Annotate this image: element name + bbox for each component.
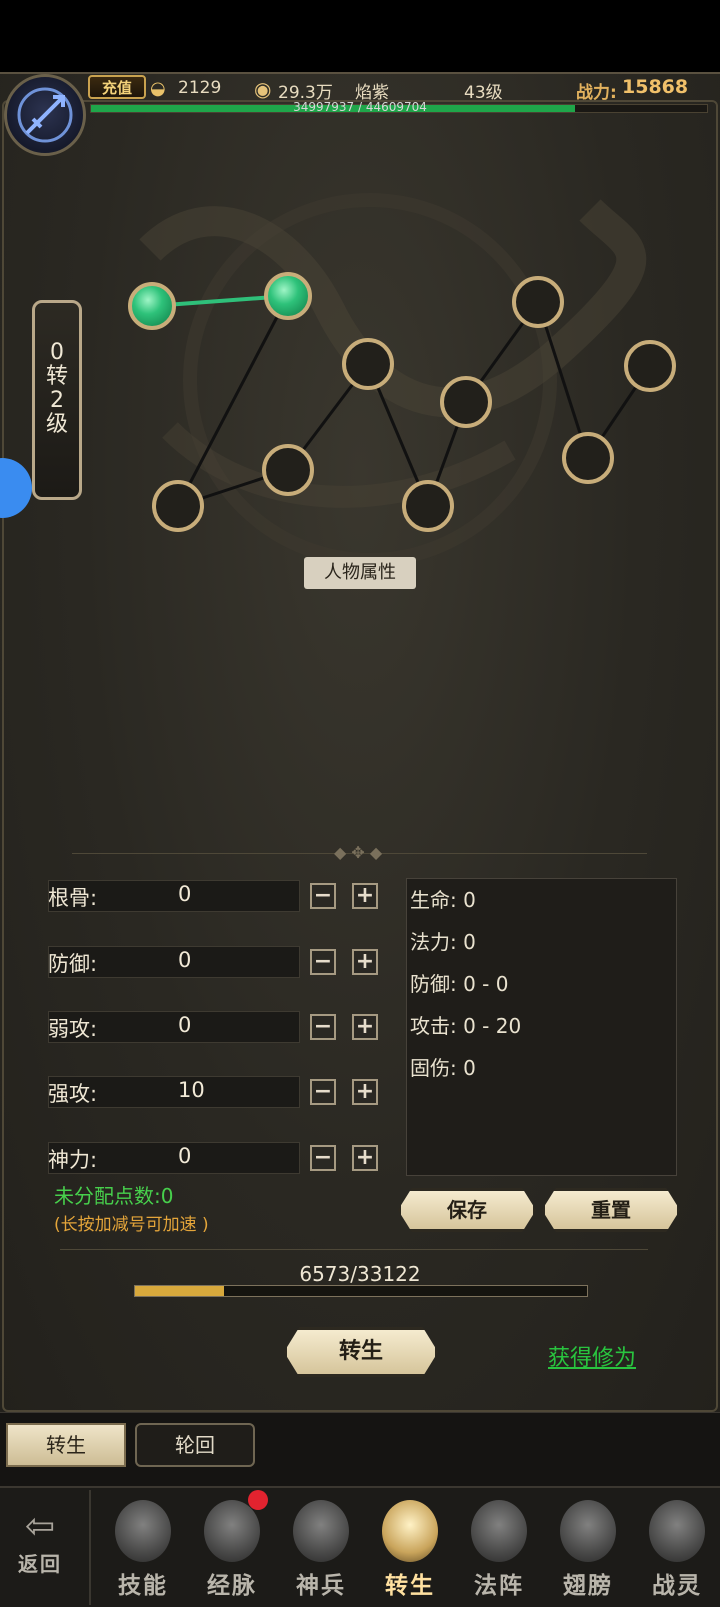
attr-hp: 生命: 0 xyxy=(410,888,476,912)
stat-root-plus-button[interactable]: + xyxy=(352,883,378,909)
cultivation-progress-bar xyxy=(134,1285,588,1297)
gain-cultivation-link[interactable]: 获得修为 xyxy=(548,1340,636,1372)
stat-divine-power-label: 神力: xyxy=(48,1148,98,1172)
meridians-icon xyxy=(204,1500,260,1562)
rebirth-icon xyxy=(382,1500,438,1562)
nav-war-spirit-label: 战灵 xyxy=(652,1573,702,1599)
stat-strong-attack-minus-button[interactable]: − xyxy=(310,1079,336,1105)
nav-rebirth-label: 转生 xyxy=(385,1573,435,1599)
nav-wings-label: 翅膀 xyxy=(563,1573,613,1599)
character-attributes-label: 人物属性 xyxy=(304,557,416,589)
meridian-node-8[interactable] xyxy=(512,276,564,328)
wings-icon xyxy=(560,1500,616,1562)
meridian-node-6[interactable] xyxy=(402,480,454,532)
notification-dot xyxy=(248,1490,268,1510)
stat-divine-power-minus-button[interactable]: − xyxy=(310,1145,336,1171)
meridian-node-5[interactable] xyxy=(342,338,394,390)
stat-weak-attack-label: 弱攻: xyxy=(48,1017,98,1041)
formation-icon xyxy=(471,1500,527,1562)
nav-skills[interactable]: 技能 xyxy=(107,1496,179,1601)
nav-separator xyxy=(89,1490,91,1605)
stat-weak-attack-value: 0 xyxy=(178,1013,192,1037)
stat-root-label: 根骨: xyxy=(48,886,98,910)
stat-defense-value: 0 xyxy=(178,948,192,972)
attr-fixed-damage: 固伤: 0 xyxy=(410,1056,476,1080)
save-button[interactable]: 保存 xyxy=(398,1188,536,1232)
stat-weak-attack-plus-button[interactable]: + xyxy=(352,1014,378,1040)
nav-meridians[interactable]: 经脉 xyxy=(196,1496,268,1601)
meridian-node-9[interactable] xyxy=(562,432,614,484)
back-button[interactable]: ⇦ 返回 xyxy=(4,1506,76,1577)
meridian-node-2[interactable] xyxy=(264,272,312,320)
meridian-node-10[interactable] xyxy=(624,340,676,392)
stat-divine-power-plus-button[interactable]: + xyxy=(352,1145,378,1171)
attr-defense: 防御: 0 - 0 xyxy=(410,972,509,996)
cultivation-progress-text: 6573/33122 xyxy=(299,1262,421,1286)
stat-strong-attack-plus-button[interactable]: + xyxy=(352,1079,378,1105)
meridian-node-1[interactable] xyxy=(128,282,176,330)
stat-defense-plus-button[interactable]: + xyxy=(352,949,378,975)
stat-defense-minus-button[interactable]: − xyxy=(310,949,336,975)
back-label: 返回 xyxy=(18,1552,62,1576)
attr-mana: 法力: 0 xyxy=(410,930,476,954)
back-arrow-icon: ⇦ xyxy=(24,1506,56,1547)
stat-divine-power-value: 0 xyxy=(178,1144,192,1168)
rebirth-button[interactable]: 转生 xyxy=(284,1327,438,1377)
stat-strong-attack-label: 强攻: xyxy=(48,1082,98,1106)
progress-divider xyxy=(60,1249,648,1250)
war-spirit-icon xyxy=(649,1500,705,1562)
skills-icon xyxy=(115,1500,171,1562)
nav-formation-label: 法阵 xyxy=(474,1573,524,1599)
reset-button[interactable]: 重置 xyxy=(542,1188,680,1232)
meridian-node-7[interactable] xyxy=(440,376,492,428)
cultivation-progress-fill xyxy=(135,1286,225,1296)
nav-formation[interactable]: 法阵 xyxy=(463,1496,535,1601)
stat-root-minus-button[interactable]: − xyxy=(310,883,336,909)
tab-reincarnation[interactable]: 轮回 xyxy=(135,1423,255,1467)
stat-defense-label: 防御: xyxy=(48,952,98,976)
divine-weapons-icon xyxy=(293,1500,349,1562)
nav-divine-weapons-label: 神兵 xyxy=(296,1573,346,1599)
divider-ornament-icon: ◆ ✥ ◆ xyxy=(334,843,383,862)
tab-rebirth[interactable]: 转生 xyxy=(6,1423,126,1467)
stat-strong-attack-value: 10 xyxy=(178,1078,205,1102)
meridian-node-3[interactable] xyxy=(152,480,204,532)
meridian-node-4[interactable] xyxy=(262,444,314,496)
nav-war-spirit[interactable]: 战灵 xyxy=(641,1496,713,1601)
stat-weak-attack-minus-button[interactable]: − xyxy=(310,1014,336,1040)
node-connections xyxy=(151,294,652,508)
attr-attack: 攻击: 0 - 20 xyxy=(410,1014,522,1038)
hold-hint: (长按加减号可加速 ) xyxy=(54,1215,209,1235)
stat-root-value: 0 xyxy=(178,882,192,906)
nav-rebirth[interactable]: 转生 xyxy=(374,1496,446,1601)
nav-meridians-label: 经脉 xyxy=(207,1573,257,1599)
nav-skills-label: 技能 xyxy=(118,1573,168,1599)
nav-divine-weapons[interactable]: 神兵 xyxy=(285,1496,357,1601)
nav-wings[interactable]: 翅膀 xyxy=(552,1496,624,1601)
unassigned-points: 未分配点数:0 xyxy=(54,1184,174,1208)
